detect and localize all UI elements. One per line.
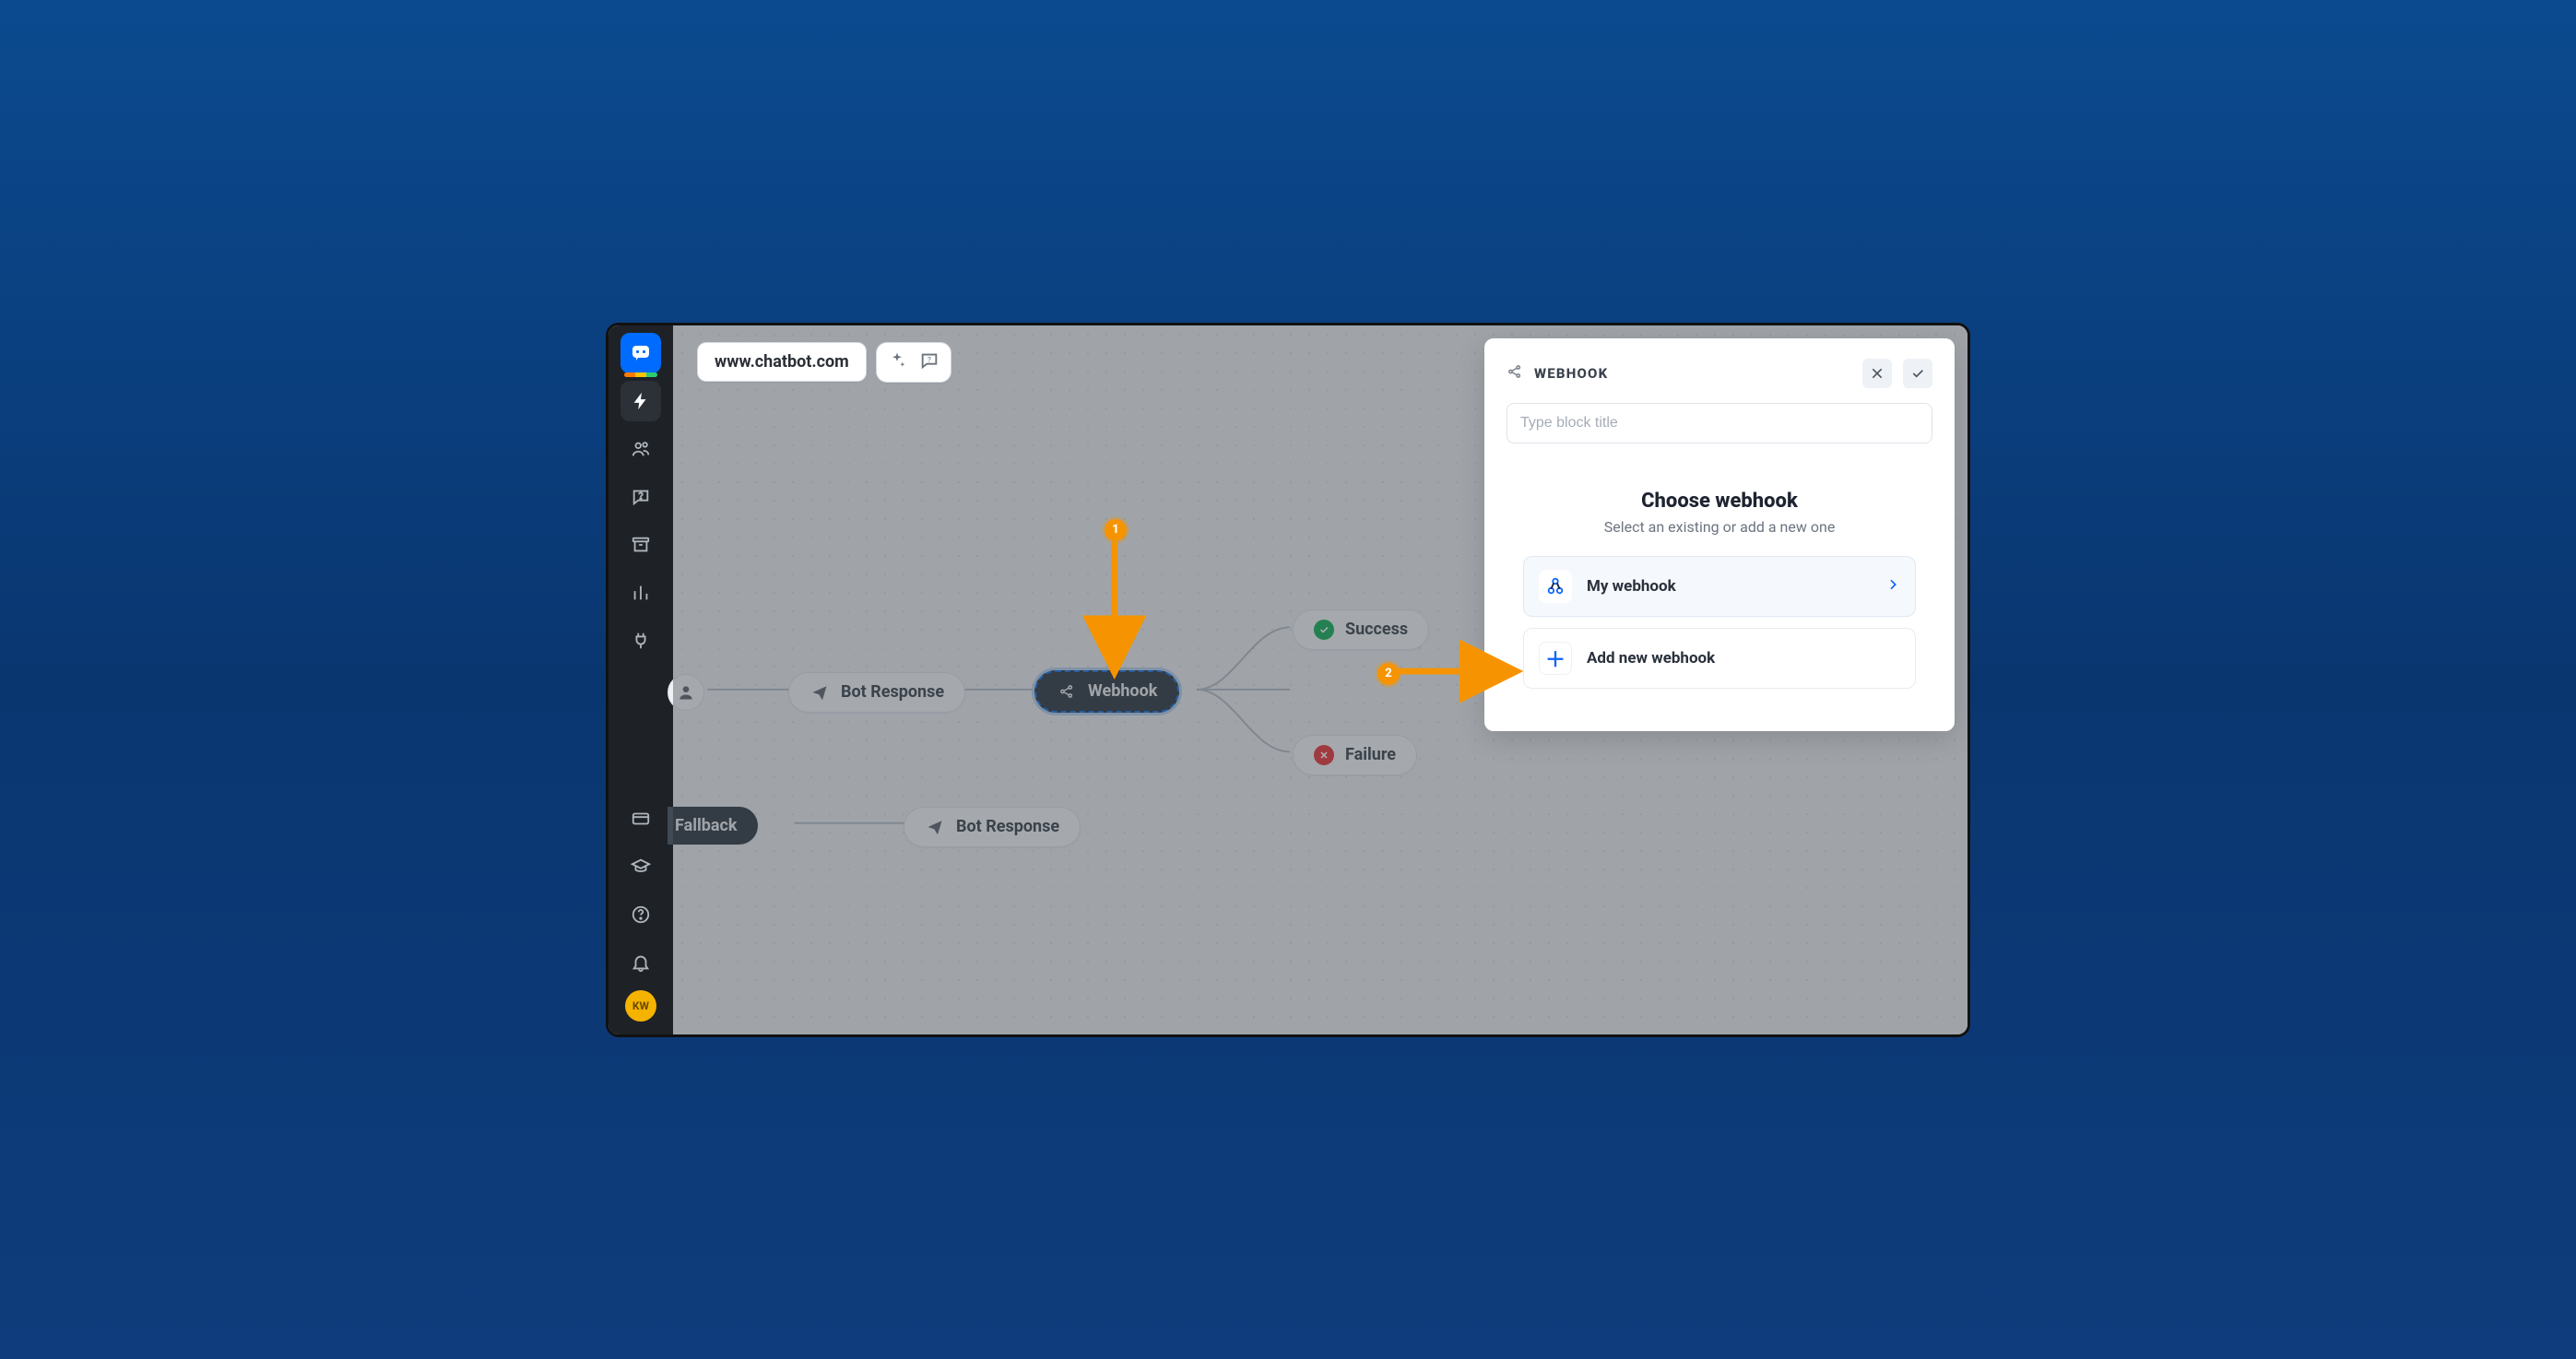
help-circle-icon — [631, 904, 651, 925]
node-label: Webhook — [1088, 681, 1157, 701]
close-icon — [1870, 366, 1885, 381]
webhook-option-label: My webhook — [1587, 577, 1871, 596]
x-circle-icon — [1314, 745, 1334, 765]
graduation-cap-icon — [631, 857, 651, 877]
chat-question-tool-icon[interactable]: ? — [919, 350, 939, 374]
chevron-right-icon — [1885, 577, 1900, 596]
webhook-add-label: Add new webhook — [1587, 649, 1900, 668]
node-label: Fallback — [675, 816, 738, 835]
bar-chart-icon — [631, 583, 651, 603]
nav-billing[interactable] — [620, 798, 661, 839]
paper-plane-icon — [809, 682, 830, 703]
node-label: Bot Response — [956, 817, 1059, 836]
node-fallback[interactable]: Fallback — [668, 807, 758, 845]
paper-plane-icon — [925, 817, 945, 837]
nav-bolt[interactable] — [620, 381, 661, 421]
node-webhook[interactable]: Webhook — [1034, 670, 1179, 713]
plus-icon: ＋ — [1545, 644, 1566, 673]
webhook-option-existing[interactable]: My webhook — [1523, 556, 1916, 617]
choose-webhook-title: Choose webhook — [1523, 490, 1916, 513]
sparkle-icon[interactable] — [888, 351, 906, 373]
block-title-input[interactable] — [1507, 403, 1932, 443]
webhook-option-add[interactable]: ＋ Add new webhook — [1523, 628, 1916, 689]
webhook-side-panel: WEBHOOK Choose webhook Select an existin… — [1484, 338, 1955, 731]
node-label: Bot Response — [841, 682, 944, 702]
app-logo[interactable] — [620, 333, 661, 373]
start-user-node[interactable] — [668, 674, 704, 711]
archive-icon — [631, 535, 651, 555]
callout-badge-2: 2 — [1377, 663, 1400, 685]
share-nodes-icon — [1057, 681, 1077, 702]
check-icon — [1910, 366, 1925, 381]
choose-webhook-subtitle: Select an existing or add a new one — [1523, 518, 1916, 536]
nav-learn[interactable] — [620, 846, 661, 887]
confirm-button[interactable] — [1903, 359, 1932, 388]
site-url-pill[interactable]: www.chatbot.com — [697, 342, 867, 382]
nav-integrations[interactable] — [620, 620, 661, 661]
node-label: Failure — [1345, 745, 1396, 764]
canvas-tools: ? — [876, 342, 951, 383]
user-avatar[interactable]: KW — [625, 990, 656, 1022]
app-frame: KW www.chatbot.com ? — [606, 323, 1970, 1037]
nav-archive[interactable] — [620, 525, 661, 565]
node-success[interactable]: Success — [1293, 609, 1429, 650]
nav-users[interactable] — [620, 429, 661, 469]
chat-question-icon — [631, 487, 651, 507]
credit-card-icon — [631, 809, 651, 829]
nav-notifications[interactable] — [620, 942, 661, 983]
user-icon — [677, 683, 695, 702]
plus-icon-box: ＋ — [1539, 642, 1572, 675]
canvas-toolbar: www.chatbot.com ? — [697, 342, 951, 383]
panel-title: WEBHOOK — [1534, 365, 1851, 382]
flow-canvas[interactable]: www.chatbot.com ? — [673, 325, 1967, 1034]
left-rail: KW — [609, 325, 673, 1034]
plug-icon — [631, 631, 651, 651]
close-button[interactable] — [1862, 359, 1892, 388]
check-circle-icon — [1314, 620, 1334, 640]
node-label: Success — [1345, 620, 1408, 639]
node-bot-response-2[interactable]: Bot Response — [904, 807, 1081, 847]
callout-badge-1: 1 — [1105, 519, 1127, 541]
nav-chat-help[interactable] — [620, 477, 661, 517]
panel-header: WEBHOOK — [1507, 359, 1932, 388]
node-failure[interactable]: Failure — [1293, 735, 1417, 775]
chat-logo-icon — [630, 342, 652, 364]
share-nodes-icon — [1507, 363, 1523, 384]
nav-help[interactable] — [620, 894, 661, 935]
nav-analytics[interactable] — [620, 573, 661, 613]
choose-webhook-card: Choose webhook Select an existing or add… — [1507, 469, 1932, 705]
svg-text:?: ? — [928, 355, 931, 364]
bolt-icon — [631, 391, 651, 411]
bell-icon — [631, 952, 651, 973]
users-icon — [631, 439, 651, 459]
webhook-icon — [1539, 570, 1572, 603]
node-bot-response-1[interactable]: Bot Response — [788, 672, 965, 713]
